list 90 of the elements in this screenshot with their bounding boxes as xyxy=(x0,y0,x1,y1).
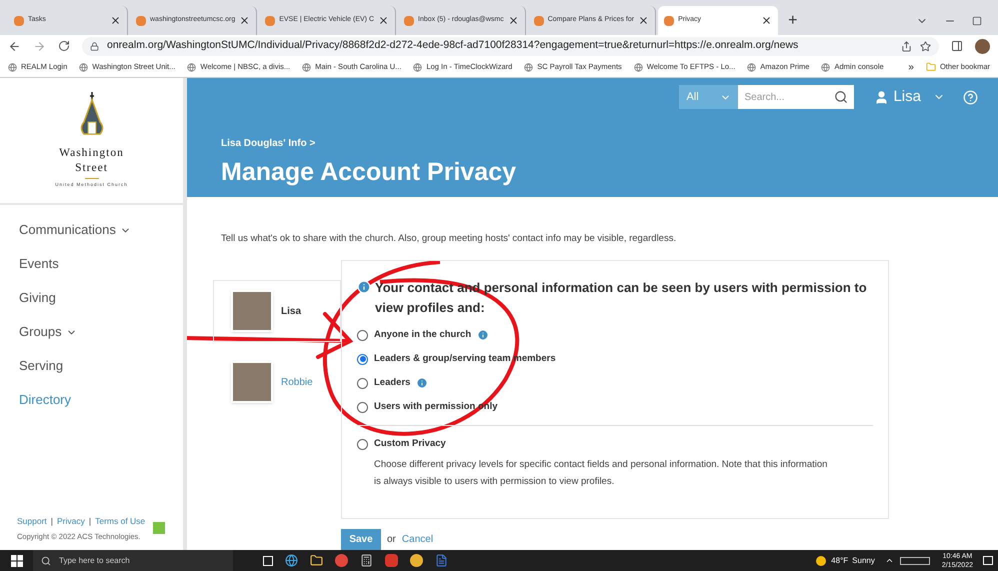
nav-link[interactable]: Serving xyxy=(19,356,64,376)
photo-placeholder xyxy=(231,361,273,403)
site-icon xyxy=(302,62,312,72)
taskbar-search-field[interactable]: Type here to search xyxy=(33,550,233,571)
site-icon xyxy=(136,16,146,26)
person-name: Lisa xyxy=(281,304,302,318)
info-icon xyxy=(357,280,371,294)
footer-link[interactable]: Support xyxy=(17,515,47,528)
option-label[interactable]: Anyone in the church xyxy=(374,328,472,342)
lock-icon xyxy=(90,42,99,50)
person-card[interactable]: Lisa xyxy=(213,280,341,342)
site-icon xyxy=(187,62,196,72)
nav-link[interactable]: Directory xyxy=(19,390,72,410)
page-title: Manage Account Privacy xyxy=(221,157,518,188)
windows-start-icon[interactable] xyxy=(11,554,23,566)
option-label[interactable]: Custom Privacy xyxy=(374,436,446,452)
notification-icon[interactable] xyxy=(983,556,993,565)
back-icon[interactable] xyxy=(8,40,21,52)
cancel-link[interactable]: Cancel xyxy=(402,532,434,547)
intro-text: Tell us what's ok to share with the church. Also, group meeting hosts' contact info may be visible, regardless. xyxy=(221,232,678,246)
profile-avatar[interactable] xyxy=(975,38,990,54)
person-card[interactable]: Robbie xyxy=(213,351,341,413)
radio-button[interactable] xyxy=(357,330,368,340)
help-icon[interactable] xyxy=(963,90,978,104)
site-icon xyxy=(524,62,534,72)
search-icon[interactable] xyxy=(834,90,848,104)
browser-app-icon[interactable] xyxy=(335,554,348,567)
panel-heading: Your contact and personal information can be seen by users with permission to view profiles and: xyxy=(375,279,868,317)
radio-button[interactable] xyxy=(357,438,368,450)
site-icon xyxy=(8,62,17,72)
address-field[interactable]: onrealm.org/WashingtonStUMC/Individual/Privacy/8868f2d2-d272-4ede-98cf-ad7100f28314?engagement=true&returnurl=https://e.onrealm.org/news xyxy=(82,36,939,56)
close-icon[interactable] xyxy=(508,15,519,26)
browser-app-icon[interactable] xyxy=(410,554,423,567)
nav-link[interactable]: Events xyxy=(19,254,59,274)
side-panel-icon[interactable] xyxy=(951,40,963,52)
footer-link[interactable]: Privacy xyxy=(57,515,85,528)
search-icon xyxy=(41,556,51,566)
site-icon xyxy=(265,16,276,26)
site-icon xyxy=(79,62,88,72)
reload-icon[interactable] xyxy=(58,40,70,52)
site-icon xyxy=(413,62,422,72)
folder-icon xyxy=(926,62,936,72)
option-description: Choose different privacy levels for specific contact fields and personal information. Note that this information is always visible to users with permission to view profiles. xyxy=(373,458,828,489)
more-bookmarks-button[interactable]: » xyxy=(908,60,914,74)
option-label[interactable]: Leaders xyxy=(374,376,410,390)
footer-link[interactable]: Terms of Use xyxy=(95,515,146,528)
vendor-logo-icon xyxy=(153,522,166,534)
user-icon xyxy=(874,90,890,104)
nav-link[interactable]: Communications xyxy=(19,220,116,240)
share-icon[interactable] xyxy=(901,40,912,52)
nav-link[interactable]: Giving xyxy=(19,288,56,308)
or-text: or xyxy=(387,533,396,547)
task-view-icon[interactable] xyxy=(263,556,273,566)
close-icon[interactable] xyxy=(110,15,121,26)
close-icon[interactable] xyxy=(239,15,250,26)
sun-icon xyxy=(816,556,826,566)
logo-title: Street xyxy=(75,160,108,175)
folder-app-icon[interactable] xyxy=(310,554,323,567)
info-icon[interactable] xyxy=(477,329,490,341)
site-icon xyxy=(14,16,24,26)
site-icon xyxy=(404,16,414,26)
site-icon xyxy=(821,62,830,72)
new-tab-button[interactable]: + xyxy=(780,6,806,35)
close-icon[interactable] xyxy=(378,15,390,26)
radio-button[interactable] xyxy=(357,354,368,364)
app-icon[interactable] xyxy=(385,554,398,567)
radio-button[interactable] xyxy=(357,378,368,388)
document-app-icon[interactable] xyxy=(435,554,448,567)
tray-expand-icon[interactable] xyxy=(884,556,894,565)
person-name: Robbie xyxy=(281,376,313,390)
bookmark-star-icon[interactable] xyxy=(920,40,931,52)
weather-text: Sunny xyxy=(852,554,875,566)
info-icon[interactable] xyxy=(416,377,428,389)
link-separator: | xyxy=(88,515,92,528)
photo-placeholder xyxy=(231,290,273,332)
temperature-text: 48°F xyxy=(831,554,848,566)
site-icon xyxy=(664,16,674,26)
radio-button[interactable] xyxy=(357,402,368,412)
calculator-app-icon[interactable] xyxy=(360,554,373,567)
browser-app-icon[interactable] xyxy=(285,554,298,567)
link-separator: | xyxy=(50,515,53,528)
close-icon[interactable] xyxy=(638,15,650,26)
site-icon xyxy=(634,62,643,72)
site-icon xyxy=(747,62,756,72)
close-icon[interactable] xyxy=(761,15,772,26)
logo-title: Washington xyxy=(59,146,124,161)
nav-link[interactable]: Groups xyxy=(19,322,62,342)
url-text: onrealm.org/WashingtonStUMC/Individual/Privacy/8868f2d2-d272-4ede-98cf-ad7100f28314?engagement=true&returnurl=https://e.onrealm.org/news xyxy=(107,38,798,54)
site-icon xyxy=(534,16,544,26)
maximize-icon[interactable] xyxy=(972,16,982,26)
